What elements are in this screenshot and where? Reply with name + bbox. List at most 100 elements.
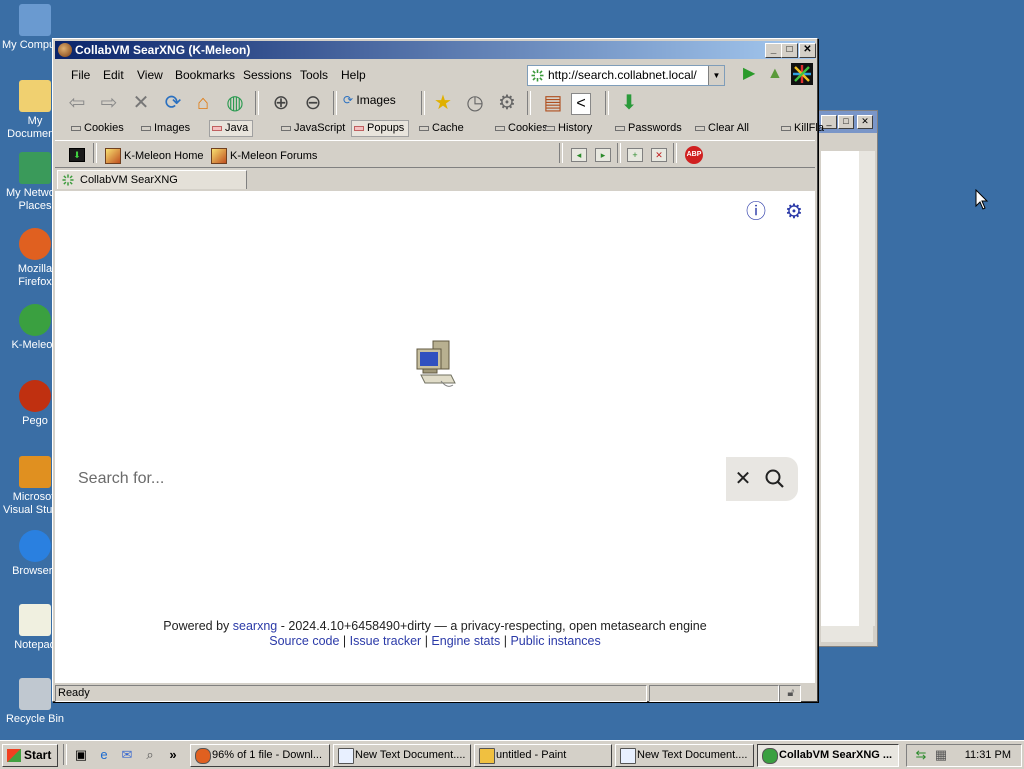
browser-window[interactable]: CollabVM SearXNG (K-Meleon) _ □ ✕ File E… bbox=[52, 38, 824, 702]
toggle-indicator-icon bbox=[495, 125, 505, 131]
info-icon[interactable]: ⓘ bbox=[745, 201, 767, 223]
home-icon[interactable]: ⌂ bbox=[191, 91, 215, 115]
public-instances-link[interactable]: Public instances bbox=[510, 634, 600, 648]
pref-toggle[interactable]: Popups bbox=[351, 120, 410, 137]
history-icon[interactable]: ◷ bbox=[463, 91, 487, 115]
maximize-button[interactable]: □ bbox=[781, 43, 798, 58]
vertical-scrollbar[interactable] bbox=[859, 151, 875, 626]
settings-gear-icon[interactable]: ⚙ bbox=[495, 91, 519, 115]
outlook-icon[interactable]: ✉ bbox=[119, 747, 135, 763]
menu-help[interactable]: Help bbox=[341, 68, 366, 82]
pref-toggle[interactable]: Java bbox=[209, 120, 254, 137]
images-button[interactable]: ⟳ Images bbox=[343, 93, 396, 107]
print-icon[interactable]: ▤ bbox=[541, 91, 565, 115]
pref-toggle[interactable]: Passwords bbox=[615, 122, 682, 134]
pref-toggle[interactable]: JavaScript bbox=[281, 122, 345, 134]
taskbar-button[interactable]: 96% of 1 file - Downl... bbox=[190, 744, 330, 767]
search-icon[interactable]: ⌕ bbox=[142, 747, 158, 763]
network-icon[interactable]: ⇆ bbox=[913, 747, 929, 763]
pref-toggle[interactable]: Cookies bbox=[495, 122, 548, 134]
pref-toggle[interactable]: Images bbox=[141, 122, 190, 134]
show-desktop-icon[interactable]: ▣ bbox=[73, 747, 89, 763]
engine-stats-link[interactable]: Engine stats bbox=[431, 634, 500, 648]
pref-toggle[interactable]: Clear All bbox=[695, 122, 749, 134]
images-icon: ⟳ bbox=[343, 93, 354, 107]
taskbar-button[interactable]: New Text Document.... bbox=[333, 744, 471, 767]
pref-toggle[interactable]: Cookies bbox=[71, 122, 124, 134]
pego-icon bbox=[19, 380, 51, 412]
network-places-icon bbox=[19, 152, 51, 184]
volume-icon[interactable]: ▦ bbox=[933, 747, 949, 763]
taskbar-button[interactable]: CollabVM SearXNG ... bbox=[757, 744, 899, 767]
source-code-link[interactable]: Source code bbox=[269, 634, 339, 648]
minimize-button[interactable]: _ bbox=[765, 43, 782, 58]
menu-view[interactable]: View bbox=[137, 68, 163, 82]
close-button[interactable]: ✕ bbox=[857, 115, 873, 129]
link-kmeleon-home[interactable]: K-Meleon Home bbox=[105, 148, 203, 164]
menu-bookmarks[interactable]: Bookmarks bbox=[175, 68, 235, 82]
go-icon[interactable]: ▶ bbox=[743, 66, 755, 82]
version-text: - 2024.4.10+6458490+dirty — a privacy-re… bbox=[280, 619, 707, 633]
stop-icon[interactable]: ✕ bbox=[129, 91, 153, 115]
close-tab-icon[interactable]: ✕ bbox=[651, 148, 667, 162]
menu-edit[interactable]: Edit bbox=[103, 68, 124, 82]
link-kmeleon-forums[interactable]: K-Meleon Forums bbox=[211, 148, 317, 164]
internet-explorer-icon[interactable]: e bbox=[96, 747, 112, 763]
clear-icon[interactable]: ✕ bbox=[730, 466, 756, 492]
pref-toggle[interactable]: KillFla bbox=[781, 122, 824, 134]
window-titlebar[interactable]: CollabVM SearXNG (K-Meleon) _ □ ✕ bbox=[55, 41, 816, 59]
pref-toggle[interactable]: Cache bbox=[419, 122, 464, 134]
toolbar-separator bbox=[63, 744, 67, 765]
kmeleon-icon bbox=[105, 148, 121, 164]
footer-line-2: Source code | Issue tracker | Engine sta… bbox=[55, 634, 815, 649]
search-input[interactable]: Search for... bbox=[78, 470, 164, 488]
footer-line-1: Powered by searxng - 2024.4.10+6458490+d… bbox=[55, 619, 815, 634]
horizontal-scrollbar[interactable] bbox=[821, 626, 873, 642]
source-icon[interactable]: < bbox=[571, 93, 591, 115]
taskbar-button[interactable]: New Text Document.... bbox=[615, 744, 754, 767]
previous-tab-icon[interactable]: ◂ bbox=[571, 148, 587, 162]
zoom-out-icon[interactable]: ⊖ bbox=[301, 91, 325, 115]
next-tab-icon[interactable]: ▸ bbox=[595, 148, 611, 162]
page-footer: Powered by searxng - 2024.4.10+6458490+d… bbox=[55, 619, 815, 649]
kmeleon-icon bbox=[58, 43, 72, 57]
download-icon[interactable]: ⬇ bbox=[617, 91, 641, 115]
pref-toggle[interactable]: History bbox=[545, 122, 592, 134]
search-box[interactable]: Search for... ✕ bbox=[61, 457, 798, 501]
url-bar[interactable]: http://search.collabnet.local/ ▼ bbox=[527, 65, 725, 86]
background-window[interactable]: _ □ ✕ bbox=[818, 110, 878, 647]
system-tray: ⇆ ▦ 11:31 PM bbox=[906, 744, 1022, 767]
issue-tracker-link[interactable]: Issue tracker bbox=[350, 634, 422, 648]
back-icon[interactable]: ⇦ bbox=[65, 91, 89, 115]
tab-collabvm-searxng[interactable]: CollabVM SearXNG bbox=[57, 170, 247, 189]
visual-studio-icon bbox=[19, 456, 51, 488]
menu-file[interactable]: File bbox=[71, 68, 90, 82]
menu-tools[interactable]: Tools bbox=[300, 68, 328, 82]
search-icon[interactable] bbox=[762, 466, 788, 492]
taskbar-button-label: New Text Document.... bbox=[355, 749, 466, 761]
new-tab-icon[interactable]: + bbox=[627, 148, 643, 162]
close-button[interactable]: ✕ bbox=[799, 43, 816, 58]
searxng-link[interactable]: searxng bbox=[233, 619, 277, 633]
zoom-in-icon[interactable]: ⊕ bbox=[269, 91, 293, 115]
separator: | bbox=[503, 634, 507, 648]
download-arrow-icon[interactable]: ⬇ bbox=[69, 148, 85, 162]
bookmarks-star-icon[interactable]: ★ bbox=[431, 91, 455, 115]
menu-sessions[interactable]: Sessions bbox=[243, 68, 292, 82]
reload-icon[interactable]: ⟳ bbox=[161, 91, 185, 115]
toolbar-separator bbox=[527, 91, 531, 115]
taskbar-button[interactable]: untitled - Paint bbox=[474, 744, 612, 767]
pref-label: Passwords bbox=[628, 122, 682, 134]
security-lock-icon[interactable]: 🔓︎ bbox=[779, 685, 801, 702]
up-icon[interactable]: ▲ bbox=[767, 66, 783, 82]
background-window-titlebar[interactable]: _ □ ✕ bbox=[819, 111, 877, 133]
url-dropdown-button[interactable]: ▼ bbox=[708, 66, 724, 85]
chevron-right-icon[interactable]: » bbox=[165, 747, 181, 763]
start-button[interactable]: Start bbox=[2, 744, 58, 767]
firefox-icon bbox=[195, 748, 211, 764]
forward-icon[interactable]: ⇨ bbox=[97, 91, 121, 115]
preferences-gear-icon[interactable]: ⚙ bbox=[783, 201, 805, 223]
globe-icon[interactable]: ◍ bbox=[223, 91, 247, 115]
adblock-icon[interactable]: ABP bbox=[685, 146, 703, 164]
maximize-button[interactable]: □ bbox=[838, 115, 854, 129]
